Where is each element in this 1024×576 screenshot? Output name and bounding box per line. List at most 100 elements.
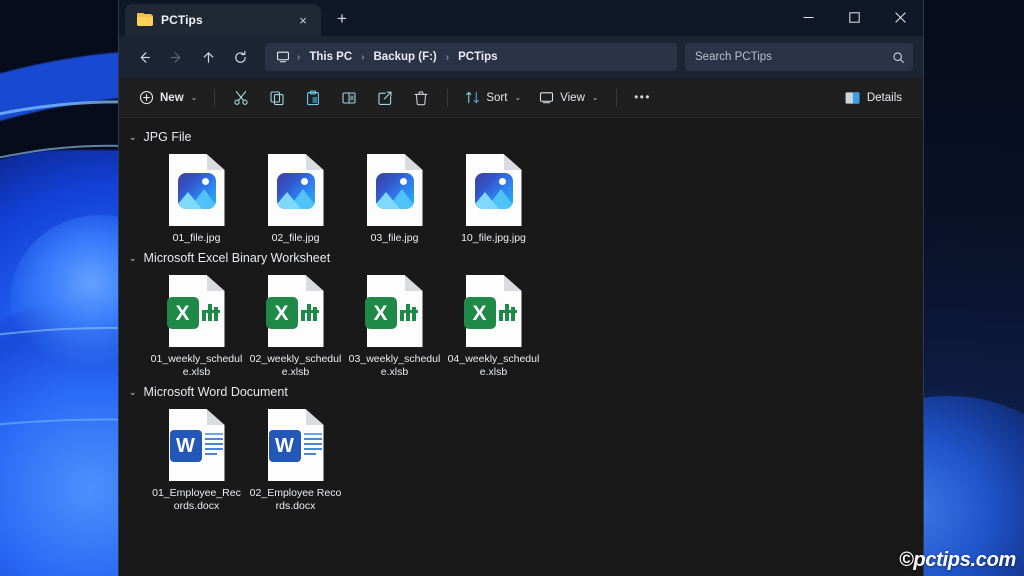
chevron-down-icon[interactable]: ⌄ <box>129 387 137 397</box>
chevron-down-icon: ⌄ <box>514 93 522 102</box>
command-separator <box>447 88 449 107</box>
share-icon <box>377 90 393 106</box>
group-title: JPG File <box>143 130 192 144</box>
sort-button[interactable]: Sort ⌄ <box>457 84 529 112</box>
group-header[interactable]: ⌄ JPG File <box>119 126 923 148</box>
excel-glyph-letter: X <box>463 297 496 329</box>
search-icon[interactable] <box>892 51 905 64</box>
refresh-button[interactable] <box>225 42 255 72</box>
cut-button[interactable] <box>224 84 258 112</box>
file-tile[interactable]: 03_file.jpg <box>345 148 444 245</box>
copy-icon <box>269 90 285 106</box>
paste-button[interactable] <box>296 84 330 112</box>
new-button-label: New <box>160 91 184 104</box>
share-button[interactable] <box>368 84 402 112</box>
group-header[interactable]: ⌄ Microsoft Excel Binary Worksheet <box>119 247 923 269</box>
details-pane-button[interactable]: Details <box>836 84 911 112</box>
new-button[interactable]: New ⌄ <box>131 84 205 112</box>
trash-icon <box>413 90 429 106</box>
more-options-button[interactable]: ••• <box>626 84 660 112</box>
desktop: PCTips × + › This PC › Backup (F:) › PCT… <box>0 0 1024 576</box>
sort-button-label: Sort <box>486 91 508 104</box>
command-separator <box>615 88 617 107</box>
chevron-down-icon: ⌄ <box>591 93 599 102</box>
excel-file-icon: X <box>463 275 522 347</box>
file-tile[interactable]: 02_file.jpg <box>246 148 345 245</box>
sort-arrows-icon <box>465 90 480 105</box>
file-tile[interactable]: 10_file.jpg.jpg <box>444 148 543 245</box>
window-controls <box>785 0 923 34</box>
file-tile[interactable]: X 01_weekly_schedule.xlsb <box>147 269 246 379</box>
rename-button[interactable] <box>332 84 366 112</box>
breadcrumb-item-backup-f[interactable]: Backup (F:) <box>369 49 442 65</box>
copy-button[interactable] <box>260 84 294 112</box>
file-name: 02_Employee Records.docx <box>249 487 342 512</box>
file-tile[interactable]: X 04_weekly_schedule.xlsb <box>444 269 543 379</box>
search-input[interactable] <box>695 51 886 63</box>
command-bar: New ⌄ Sort ⌄ View ⌄ ••• Details <box>119 78 923 118</box>
command-separator <box>214 88 216 107</box>
file-tile[interactable]: X 02_weekly_schedule.xlsb <box>246 269 345 379</box>
chevron-down-icon[interactable]: ⌄ <box>129 132 137 142</box>
group-tiles: X 01_weekly_schedule.xlsb X 02_weekly_sc… <box>119 269 923 379</box>
word-file-icon: W <box>168 409 225 481</box>
word-glyph-letter: W <box>268 430 301 462</box>
tab-pctips[interactable]: PCTips × <box>125 4 321 36</box>
file-tile[interactable]: W 02_Employee Records.docx <box>246 403 345 513</box>
group-word-document: ⌄ Microsoft Word Document W 01_Employee_… <box>119 381 923 513</box>
back-button[interactable] <box>129 42 159 72</box>
folder-icon <box>137 13 153 27</box>
details-pane-icon <box>845 91 860 105</box>
file-name: 02_weekly_schedule.xlsb <box>249 353 342 378</box>
scissors-icon <box>233 90 249 106</box>
jpg-file-icon <box>465 154 522 226</box>
view-button[interactable]: View ⌄ <box>531 84 606 112</box>
group-title: Microsoft Word Document <box>143 385 288 399</box>
minimize-button[interactable] <box>785 0 831 34</box>
excel-glyph-letter: X <box>364 297 397 329</box>
address-bar[interactable]: › This PC › Backup (F:) › PCTips <box>265 43 677 71</box>
group-title: Microsoft Excel Binary Worksheet <box>143 251 331 265</box>
watermark: ©pctips.com <box>898 549 1016 571</box>
file-name: 01_weekly_schedule.xlsb <box>150 353 243 378</box>
chevron-down-icon[interactable]: ⌄ <box>129 253 137 263</box>
breadcrumb-separator: › <box>361 51 365 63</box>
breadcrumb-separator: › <box>445 51 450 63</box>
group-tiles: 01_file.jpg 02_file.jpg 03_file.jpg 10_f… <box>119 148 923 245</box>
new-tab-button[interactable]: + <box>327 4 357 34</box>
title-bar: PCTips × + <box>119 0 923 36</box>
group-excel-binary-worksheet: ⌄ Microsoft Excel Binary Worksheet X 01_… <box>119 247 923 379</box>
file-list-area[interactable]: ⌄ JPG File 01_file.jpg 02_file.jpg 03_fi… <box>119 118 923 576</box>
paste-icon <box>305 89 321 106</box>
file-tile[interactable]: 01_file.jpg <box>147 148 246 245</box>
close-tab-icon[interactable]: × <box>293 10 313 30</box>
breadcrumb-item-this-pc[interactable]: This PC <box>304 49 357 65</box>
excel-file-icon: X <box>364 275 423 347</box>
breadcrumb-item-pctips[interactable]: PCTips <box>453 49 502 65</box>
up-button[interactable] <box>193 42 223 72</box>
file-name: 02_file.jpg <box>271 232 320 244</box>
tab-label: PCTips <box>161 13 203 27</box>
group-tiles: W 01_Employee_Records.docx W 02_Employee… <box>119 403 923 513</box>
group-header[interactable]: ⌄ Microsoft Word Document <box>119 381 923 403</box>
breadcrumb-separator: › <box>297 51 301 63</box>
file-name: 01_Employee_Records.docx <box>152 487 241 512</box>
jpg-file-icon <box>366 154 423 226</box>
maximize-button[interactable] <box>831 0 877 34</box>
file-name: 03_weekly_schedule.xlsb <box>348 353 441 378</box>
group-jpg-file: ⌄ JPG File 01_file.jpg 02_file.jpg 03_fi… <box>119 126 923 245</box>
forward-button[interactable] <box>161 42 191 72</box>
file-tile[interactable]: X 03_weekly_schedule.xlsb <box>345 269 444 379</box>
search-box[interactable] <box>685 43 913 71</box>
file-tile[interactable]: W 01_Employee_Records.docx <box>147 403 246 513</box>
view-monitor-icon <box>539 90 554 105</box>
tab-strip: PCTips × + <box>119 0 357 36</box>
excel-file-icon: X <box>166 275 225 347</box>
delete-button[interactable] <box>404 84 438 112</box>
close-window-button[interactable] <box>877 0 923 34</box>
plus-circle-icon <box>139 90 154 105</box>
this-pc-monitor-icon[interactable] <box>273 48 293 66</box>
word-glyph-letter: W <box>169 430 202 462</box>
details-pane-label: Details <box>866 91 902 104</box>
file-name: 03_file.jpg <box>370 232 419 244</box>
